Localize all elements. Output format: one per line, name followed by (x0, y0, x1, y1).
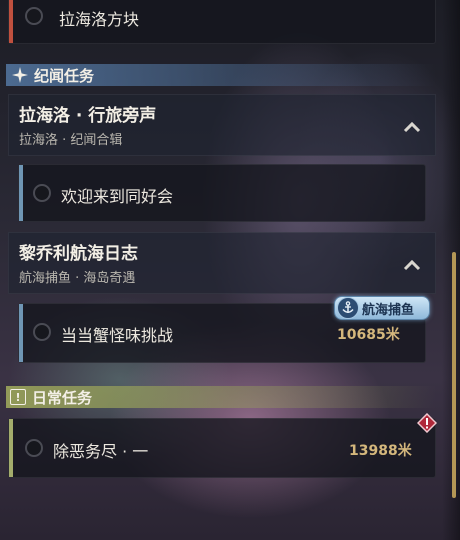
task-title: 欢迎来到同好会 (61, 187, 174, 206)
quest-header-2[interactable]: 黎乔利航海日志 航海捕鱼 · 海岛奇遇 (8, 232, 436, 294)
anchor-icon (337, 297, 359, 319)
task-card-top[interactable]: 拉海洛方块 (8, 0, 436, 44)
task-status-circle (25, 439, 43, 457)
task-distance: 10685米 (337, 327, 400, 343)
task-status-circle (33, 323, 51, 341)
section-label: 纪闻任务 (34, 66, 95, 85)
section-header-daily: ! 日常任务 (6, 386, 436, 408)
task-title: 除恶务尽 · 一 (53, 442, 149, 461)
warning-diamond-icon (416, 412, 438, 434)
exclamation-icon: ! (10, 389, 26, 405)
task-status-circle (25, 7, 43, 25)
task-accent-bar (9, 0, 13, 43)
task-accent-bar (9, 419, 13, 477)
quest-subtitle: 拉海洛 · 纪闻合辑 (19, 133, 123, 148)
task-title: 当当蟹怪味挑战 (61, 326, 174, 345)
sparkle-icon (12, 67, 28, 83)
chevron-up-icon[interactable] (403, 119, 421, 133)
task-accent-bar (19, 165, 23, 221)
quest-title: 黎乔利航海日志 (19, 244, 138, 264)
quest-title: 拉海洛 · 行旅旁声 (19, 106, 157, 126)
task-distance: 13988米 (349, 443, 412, 459)
quest-subtitle: 航海捕鱼 · 海岛奇遇 (19, 271, 136, 286)
task-card-welcome[interactable]: 欢迎来到同好会 (18, 164, 426, 222)
panel-edge (442, 0, 460, 540)
task-status-circle (33, 184, 51, 202)
section-header-lore: 纪闻任务 (6, 64, 436, 86)
chevron-up-icon[interactable] (403, 257, 421, 271)
task-accent-bar (19, 304, 23, 362)
task-card-daily[interactable]: 除恶务尽 · 一 13988米 (8, 418, 436, 478)
quest-header-1[interactable]: 拉海洛 · 行旅旁声 拉海洛 · 纪闻合辑 (8, 94, 436, 156)
badge-label: 航海捕鱼 (362, 302, 415, 318)
fishing-badge: 航海捕鱼 (334, 296, 430, 320)
section-label: 日常任务 (32, 388, 93, 407)
scrollbar[interactable] (452, 252, 456, 498)
task-title: 拉海洛方块 (59, 10, 140, 29)
